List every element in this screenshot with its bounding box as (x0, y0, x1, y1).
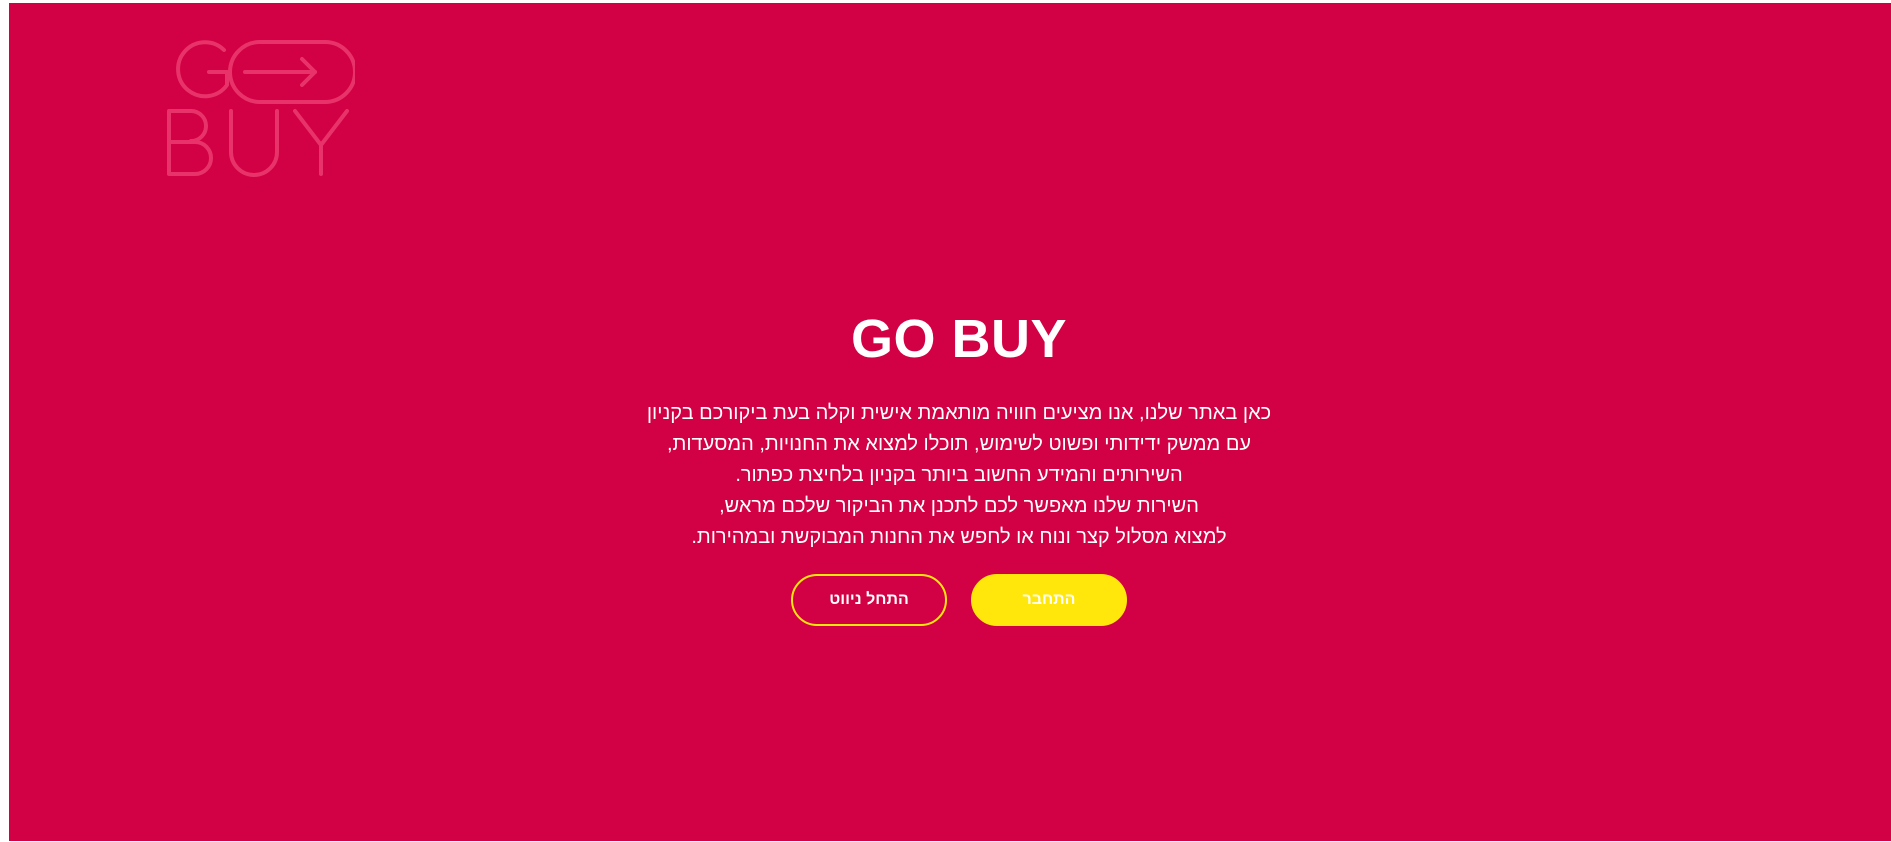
hero-description-line: למצוא מסלול קצר ונוח או לחפש את החנות המ… (691, 526, 1227, 548)
start-navigation-button[interactable]: התחל ניווט (791, 574, 947, 626)
hero-description-line: השירות שלנו מאפשר לכם לתכנן את הביקור של… (719, 495, 1199, 517)
hero-description-line: כאן באתר שלנו, אנו מציעים חוויה מותאמת א… (646, 402, 1272, 424)
page-title: GO BUY (850, 309, 1068, 369)
hero-description-line: עם ממשק ידידותי ופשוט לשימוש, תוכלו למצו… (666, 433, 1252, 455)
main-frame: GO BUY כאן באתר שלנו, אנו מציעים חוויה מ… (9, 3, 1891, 841)
action-buttons: התחל ניווט התחבר (9, 574, 1891, 626)
hero-description: כאן באתר שלנו, אנו מציעים חוויה מותאמת א… (9, 398, 1891, 553)
go-buy-logo (167, 40, 355, 177)
hero-description-line: השירותים והמידע החשוב ביותר בקניון בלחיצ… (735, 464, 1183, 486)
hero-section: GO BUY כאן באתר שלנו, אנו מציעים חוויה מ… (9, 308, 1891, 553)
login-button[interactable]: התחבר (971, 574, 1127, 626)
